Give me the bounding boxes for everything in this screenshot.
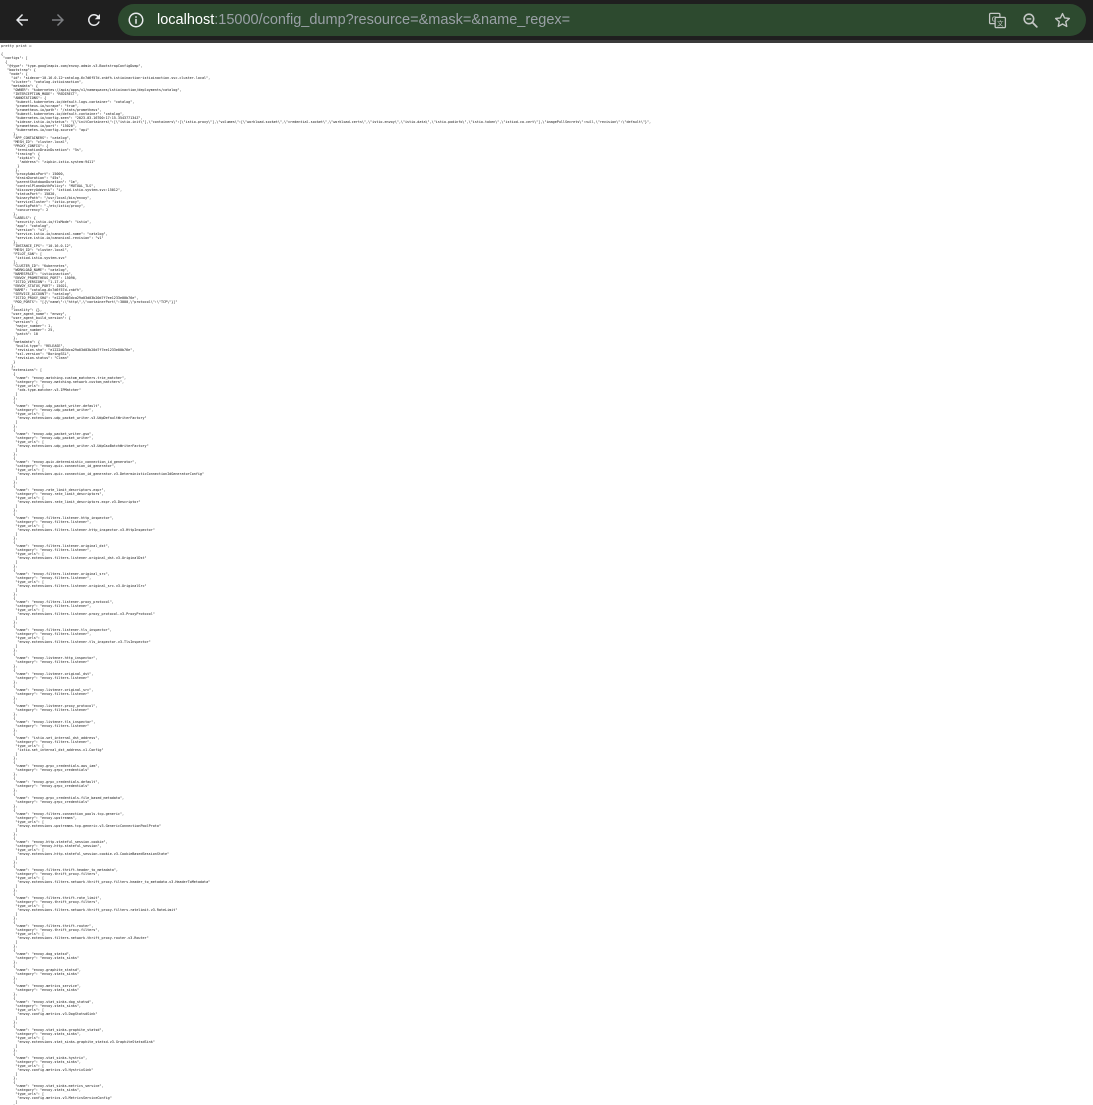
zoom-button[interactable] (1020, 10, 1040, 30)
dump-line: "envoy.extensions.http.stateful_session.… (17, 852, 170, 856)
url-text[interactable]: localhost:15000/config_dump?resource=&ma… (157, 11, 570, 29)
site-info-button[interactable] (124, 8, 148, 32)
dump-line: "envoy.extensions.upstreams.tcp.generic.… (17, 824, 161, 828)
forward-button[interactable] (42, 4, 74, 36)
dump-line: "envoy.extensions.stat_sinks.graphite_st… (17, 1040, 155, 1044)
dump-line: "envoy.config.metrics.v3.MetricsServiceC… (17, 1096, 112, 1100)
zoom-icon (1022, 12, 1038, 28)
dump-line: "envoy.extensions.filters.network.thrift… (17, 936, 149, 940)
dump-line: "envoy.extensions.filters.listener.tls_i… (17, 640, 151, 644)
config-dump-json: { "configs": [ { "@type": "type.googleap… (1, 52, 651, 1105)
svg-text:文: 文 (997, 18, 1004, 27)
dump-line: "envoy.extensions.filters.network.thrift… (17, 908, 178, 912)
dump-line: "envoy.extensions.udp_packet_writer.v3.U… (17, 416, 147, 420)
address-bar[interactable]: localhost:15000/config_dump?resource=&ma… (118, 4, 1086, 36)
dump-line: "envoy.extensions.filters.network.thrift… (17, 880, 211, 884)
dump-line: "envoy.extensions.rate_limit_descriptors… (17, 500, 141, 504)
bookmark-star-icon (1054, 12, 1070, 27)
back-button[interactable] (6, 4, 38, 36)
pretty-print-toggle[interactable]: pretty print ☑ (1, 44, 31, 48)
translate-icon: G 文 (988, 12, 1006, 28)
browser-toolbar: localhost:15000/config_dump?resource=&ma… (0, 0, 1093, 40)
url-path: :15000/config_dump?resource=&mask=&name_… (214, 12, 571, 28)
dump-line: "POD_PORTS": "[{\"name\":\"http\",\"cont… (13, 300, 178, 304)
url-host: localhost (157, 12, 215, 28)
dump-line: "envoy.extensions.filters.listener.origi… (17, 584, 147, 588)
translate-button[interactable]: G 文 (987, 10, 1007, 30)
reload-icon (87, 13, 100, 26)
dump-line: "envoy.extensions.udp_packet_writer.v3.U… (17, 444, 149, 448)
forward-arrow-icon (52, 14, 64, 26)
dump-line: "envoy.extensions.quic.connection_id_gen… (17, 472, 205, 476)
reload-button[interactable] (78, 4, 110, 36)
back-arrow-icon (16, 14, 28, 26)
dump-line: "envoy.extensions.filters.listener.proxy… (17, 612, 155, 616)
dump-line: "envoy.extensions.filters.listener.origi… (17, 556, 147, 560)
page-content: pretty print ☑ { "configs": [ { "@type":… (0, 43, 1093, 1105)
bookmark-button[interactable] (1052, 10, 1072, 30)
site-info-icon (128, 12, 144, 28)
dump-line: "envoy.extensions.filters.listener.http_… (17, 528, 155, 532)
dump-line: "sidecar.istio.io/status": "{\"initConta… (15, 120, 652, 124)
